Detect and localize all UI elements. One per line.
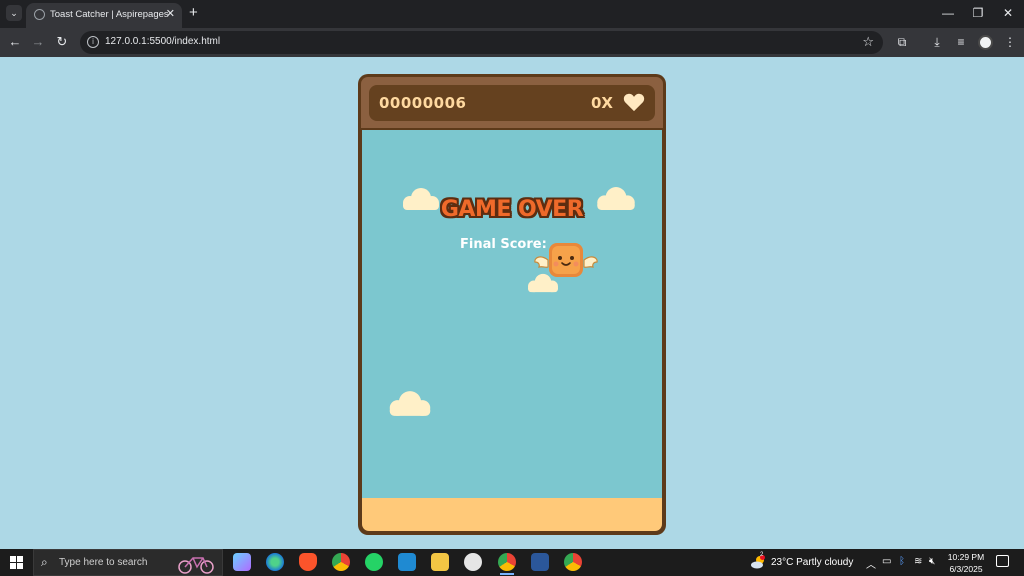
address-bar[interactable]: i 127.0.0.1:5500/index.html ☆ — [80, 31, 883, 54]
search-placeholder[interactable]: Type here to search — [59, 557, 147, 568]
volume-muted-icon[interactable]: 🔇︎ — [929, 556, 935, 567]
weather-badge: 2 — [760, 552, 764, 558]
taskbar: ⌕ Type here to search 2 23°C Partly clou… — [0, 549, 1024, 576]
bookmark-star-icon[interactable]: ☆ — [862, 34, 874, 50]
game-container: 00000006 0X GAME OVER Final Score: — [358, 74, 666, 535]
system-clock[interactable]: 10:29 PM 6/3/2025 — [945, 551, 987, 575]
close-window-button[interactable]: ✕ — [998, 6, 1018, 20]
score-bar: 00000006 0X — [369, 85, 655, 121]
tray-chevron-icon[interactable]: ︿ — [866, 556, 876, 571]
game-ground — [362, 498, 662, 531]
weather-icon[interactable] — [750, 555, 766, 569]
edge-app-icon[interactable] — [266, 553, 284, 571]
minimize-button[interactable]: — — [938, 6, 958, 20]
tab-search-button[interactable]: ⌄ — [6, 5, 22, 21]
word-app-icon[interactable] — [531, 553, 549, 571]
vscode-app-icon[interactable] — [398, 553, 416, 571]
close-tab-icon[interactable]: ✕ — [166, 7, 175, 20]
bicycle-icon — [178, 557, 214, 574]
score-counter: 00000006 — [379, 94, 467, 112]
whatsapp-app-icon[interactable] — [365, 553, 383, 571]
cloud-icon — [389, 391, 431, 416]
restore-button[interactable]: ❐ — [968, 6, 988, 20]
game-over-title: GAME OVER — [440, 197, 584, 222]
globe-icon — [34, 9, 45, 20]
clock-app-icon[interactable] — [464, 553, 482, 571]
extensions-icon[interactable]: ⧉ — [894, 35, 910, 50]
lives-counter: 0X — [590, 94, 613, 112]
game-header: 00000006 0X — [361, 77, 663, 128]
weather-text[interactable]: 23°C Partly cloudy — [771, 557, 853, 568]
windows-start-icon[interactable] — [10, 556, 23, 569]
taskbar-search[interactable]: ⌕ Type here to search — [33, 549, 223, 576]
site-info-icon[interactable]: i — [87, 36, 99, 48]
chrome-app-icon[interactable] — [332, 553, 350, 571]
new-tab-button[interactable]: + — [189, 5, 198, 21]
browser-toolbar: ← → ↻ i 127.0.0.1:5500/index.html ☆ ⧉ ⤓ … — [0, 28, 1024, 57]
search-icon: ⌕ — [41, 555, 48, 569]
wifi-icon[interactable]: ≋ — [914, 556, 922, 567]
tab-strip: ⌄ Toast Catcher | Aspirepages ✕ + — ❐ ✕ — [0, 0, 1024, 28]
chrome-active-app-icon[interactable] — [498, 553, 516, 575]
brave-app-icon[interactable] — [299, 553, 317, 571]
reading-list-icon[interactable]: ≡ — [953, 35, 969, 49]
winged-toast-character[interactable] — [534, 240, 598, 284]
browser-tab[interactable]: Toast Catcher | Aspirepages ✕ — [26, 3, 182, 28]
forward-button[interactable]: → — [29, 34, 47, 49]
chrome-profile-app-icon[interactable] — [564, 553, 582, 571]
file-explorer-app-icon[interactable] — [431, 553, 449, 571]
download-icon[interactable]: ⤓ — [929, 35, 945, 50]
clock-date: 6/3/2025 — [949, 564, 983, 574]
back-button[interactable]: ← — [6, 34, 24, 49]
tab-title: Toast Catcher | Aspirepages — [50, 9, 169, 20]
menu-kebab-icon[interactable]: ⋮ — [1002, 35, 1018, 49]
reload-button[interactable]: ↻ — [53, 34, 71, 50]
url-text[interactable]: 127.0.0.1:5500/index.html — [105, 36, 220, 47]
notification-icon[interactable] — [996, 555, 1009, 567]
copilot-app-icon[interactable] — [233, 553, 251, 571]
profile-avatar[interactable] — [978, 35, 993, 50]
bluetooth-icon[interactable]: ᛒ — [899, 556, 905, 567]
clock-time: 10:29 PM — [947, 552, 985, 562]
heart-icon — [623, 93, 645, 112]
game-sky[interactable]: GAME OVER Final Score: — [362, 130, 662, 521]
battery-icon[interactable]: ▭ — [882, 556, 891, 567]
